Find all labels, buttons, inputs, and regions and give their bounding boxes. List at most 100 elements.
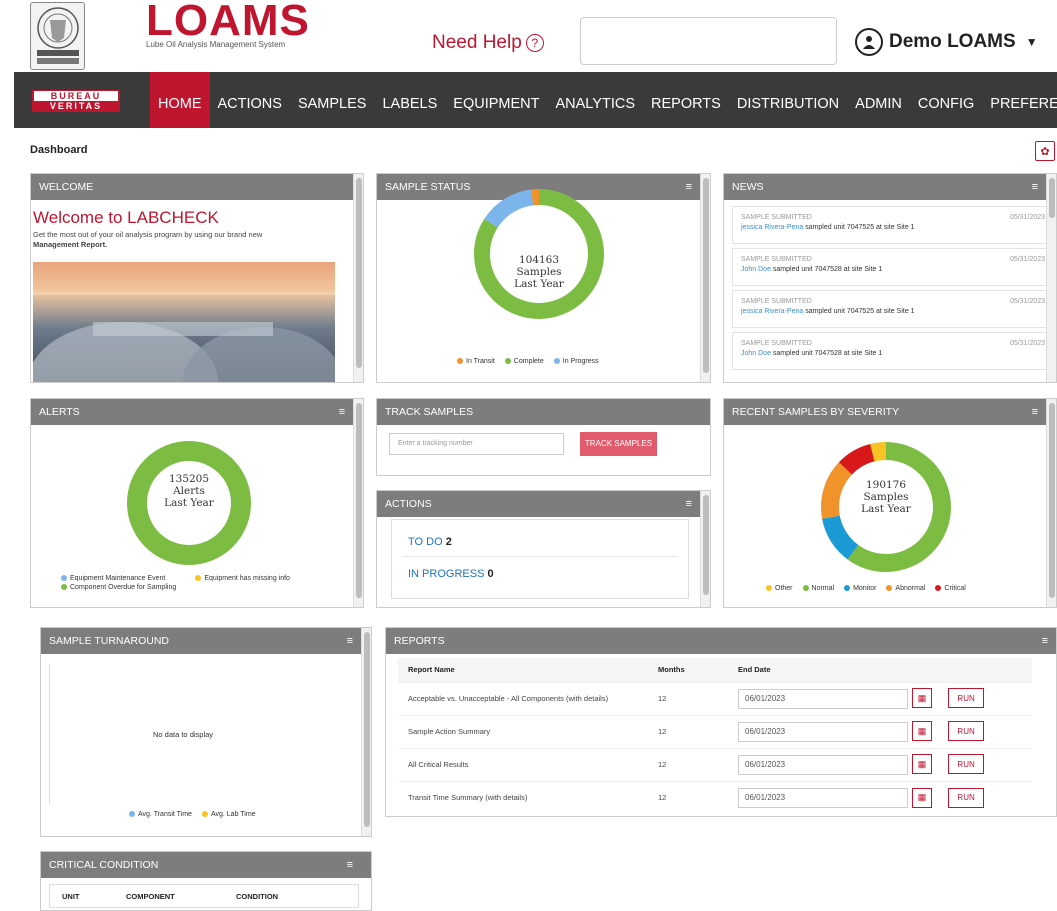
legend-item[interactable]: In Progress	[553, 358, 599, 365]
calendar-icon[interactable]: ▦	[912, 754, 932, 775]
management-report-link[interactable]: Management Report.	[33, 240, 107, 249]
calendar-icon[interactable]: ▦	[912, 688, 932, 709]
news-item: SAMPLE SUBMITTED 05/31/2023 John Doe sam…	[732, 332, 1056, 370]
chart-count: 104163	[518, 254, 560, 266]
legend-item[interactable]: Equipment has missing info	[195, 575, 290, 582]
hamburger-icon[interactable]: ≡	[686, 174, 692, 200]
nav-item-actions[interactable]: ACTIONS	[210, 72, 290, 128]
track-samples-button[interactable]: TRACK SAMPLES	[580, 432, 657, 456]
action-in-progress[interactable]: IN PROGRESS 0	[408, 568, 494, 580]
legend-item[interactable]: Component Overdue for Sampling	[61, 584, 176, 591]
panel-header: SAMPLE TURNAROUND ≡	[41, 628, 371, 654]
hamburger-icon[interactable]: ≡	[1032, 174, 1038, 200]
hamburger-icon[interactable]: ≡	[686, 491, 692, 517]
sample-turnaround-panel: SAMPLE TURNAROUND ≡ No data to display Av…	[40, 627, 372, 837]
panel-scrollbar[interactable]	[700, 491, 710, 607]
loams-logo[interactable]: LOAMS Lube Oil Analysis Management Syste…	[146, 0, 310, 49]
legend-item[interactable]: Normal	[802, 585, 834, 592]
hamburger-icon[interactable]: ≡	[347, 852, 353, 878]
news-user-link[interactable]: John Doe	[741, 266, 771, 273]
bureau-veritas-logo	[30, 2, 85, 70]
news-user-link[interactable]: jessica Rivera-Pena	[741, 224, 803, 231]
run-button[interactable]: RUN	[948, 754, 985, 775]
hamburger-icon[interactable]: ≡	[347, 628, 353, 654]
legend-item[interactable]: Avg. Transit Time	[129, 811, 192, 818]
panel-scrollbar[interactable]	[700, 174, 710, 382]
end-date-input[interactable]: 06/01/2023	[738, 754, 908, 775]
report-months: 12	[648, 681, 728, 715]
legend-dot-icon	[844, 585, 851, 592]
nav-item-labels[interactable]: LABELS	[374, 72, 445, 128]
run-button[interactable]: RUN	[948, 688, 985, 709]
col-end-date: End Date	[728, 658, 1032, 682]
hamburger-icon[interactable]: ≡	[1032, 399, 1038, 425]
legend-item[interactable]: Abnormal	[886, 585, 925, 592]
legend-item[interactable]: Monitor	[844, 585, 876, 592]
nav-item-config[interactable]: CONFIG	[910, 72, 982, 128]
calendar-icon[interactable]: ▦	[912, 787, 932, 808]
page-title: Dashboard	[30, 144, 88, 156]
nav-item-analytics[interactable]: ANALYTICS	[547, 72, 643, 128]
hamburger-icon[interactable]: ≡	[1042, 628, 1048, 654]
nav-item-preferences[interactable]: PREFERENCES	[982, 72, 1057, 128]
gear-icon[interactable]: ✿	[1035, 141, 1055, 161]
panel-header: WELCOME	[31, 174, 363, 200]
run-button[interactable]: RUN	[948, 721, 985, 742]
legend-item[interactable]: Avg. Lab Time	[201, 811, 256, 818]
nav-item-admin[interactable]: ADMIN	[847, 72, 910, 128]
panel-scrollbar[interactable]	[361, 628, 371, 836]
nav-item-home[interactable]: HOME	[150, 72, 210, 128]
need-help-link[interactable]: Need Help ?	[432, 32, 544, 54]
col-component: COMPONENT	[126, 892, 175, 901]
calendar-icon[interactable]: ▦	[912, 721, 932, 742]
nav-item-equipment[interactable]: EQUIPMENT	[445, 72, 547, 128]
panel-scrollbar[interactable]	[353, 174, 363, 382]
chart-axis	[49, 664, 50, 804]
action-todo[interactable]: TO DO 2	[408, 536, 452, 548]
legend-label: Critical	[944, 585, 966, 592]
panel-scrollbar[interactable]	[1046, 399, 1056, 607]
news-item: SAMPLE SUBMITTED 05/31/2023 jessica Rive…	[732, 290, 1056, 328]
news-user-link[interactable]: John Doe	[741, 350, 771, 357]
nav-item-reports[interactable]: REPORTS	[643, 72, 729, 128]
run-button[interactable]: RUN	[948, 787, 985, 808]
header-search-input[interactable]	[580, 17, 837, 65]
legend-item[interactable]: Equipment Maintenance Event	[61, 575, 165, 582]
news-type: SAMPLE SUBMITTED	[741, 256, 812, 263]
welcome-text-body: Get the most out of your oil analysis pr…	[33, 230, 263, 239]
panel-header: CRITICAL CONDITION ≡	[41, 852, 371, 878]
report-months: 12	[648, 714, 728, 748]
bv-bottom-text: VERITAS	[49, 101, 103, 111]
table-header-row: Report Name Months End Date	[398, 658, 1032, 682]
legend-item[interactable]: In Transit	[457, 358, 495, 365]
panel-scrollbar[interactable]	[1046, 174, 1056, 382]
legend-item[interactable]: Other	[766, 585, 793, 592]
chart-center-text: 104163 Samples Last Year	[469, 254, 609, 290]
table-row: Transit Time Summary (with details) 12 0…	[398, 780, 1032, 814]
legend-label: Monitor	[853, 585, 877, 592]
end-date-input[interactable]: 06/01/2023	[738, 688, 908, 709]
bureau-veritas-wordmark: BUREAU VERITAS	[32, 90, 120, 112]
col-unit: UNIT	[62, 892, 80, 901]
hamburger-icon[interactable]: ≡	[339, 399, 345, 425]
news-user-link[interactable]: jessica Rivera-Pena	[741, 308, 803, 315]
legend-label: Avg. Lab Time	[210, 811, 256, 818]
end-date-input[interactable]: 06/01/2023	[738, 721, 908, 742]
legend-item[interactable]: Critical	[935, 585, 966, 592]
tracking-number-input[interactable]: Enter a tracking number	[389, 433, 564, 455]
panel-title: ALERTS	[39, 406, 80, 418]
nav-item-samples[interactable]: SAMPLES	[290, 72, 375, 128]
news-date: 05/31/2023	[1009, 298, 1045, 305]
no-data-text: No data to display	[153, 730, 214, 739]
end-date-input[interactable]: 06/01/2023	[738, 788, 908, 808]
user-menu[interactable]: Demo LOAMS ▼	[855, 28, 1038, 56]
nav-item-distribution[interactable]: DISTRIBUTION	[729, 72, 847, 128]
legend-dot-icon	[766, 585, 772, 592]
panel-scrollbar[interactable]	[353, 399, 363, 607]
alerts-panel: ALERTS ≡ 135205 Alerts Last Year Equipmen…	[30, 398, 364, 608]
panel-title: SAMPLE STATUS	[385, 181, 471, 193]
legend-item[interactable]: Complete	[504, 358, 544, 365]
legend-dot-icon	[195, 575, 202, 582]
track-samples-panel: TRACK SAMPLES Enter a tracking number TR…	[376, 398, 711, 476]
chart-legend: Equipment Maintenance Event Equipment has…	[61, 575, 341, 591]
